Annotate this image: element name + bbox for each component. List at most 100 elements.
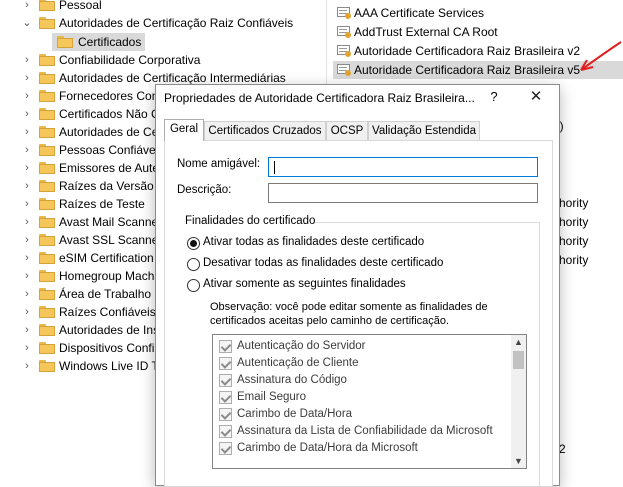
checkbox-disabled: [219, 374, 232, 387]
chevron-down-icon[interactable]: ⌄: [22, 14, 32, 32]
tree-item-label: Emissores de Aute: [59, 161, 160, 175]
folder-icon: [39, 90, 55, 102]
annotation-arrow-icon: [580, 41, 622, 71]
list-text-fragment: hority: [559, 196, 589, 210]
tree-item-label: Raízes de Teste: [59, 197, 145, 211]
checkbox-disabled: [219, 442, 232, 455]
folder-icon: [39, 126, 55, 138]
certificate-icon: [337, 25, 351, 38]
folder-icon: [39, 0, 55, 11]
chevron-right-icon[interactable]: ›: [22, 195, 32, 213]
folder-icon: [39, 360, 55, 372]
close-button[interactable]: ✕: [526, 87, 546, 105]
list-text-fragment: hority: [559, 234, 589, 248]
folder-icon: [39, 216, 55, 228]
certificate-icon: [337, 63, 351, 76]
folder-icon: [39, 180, 55, 192]
checkbox-disabled: [219, 357, 232, 370]
chevron-right-icon[interactable]: ›: [22, 285, 32, 303]
friendly-name-label: Nome amigável:: [177, 158, 261, 170]
tree-item-label: Certificados Não C: [59, 107, 160, 121]
scroll-down-icon[interactable]: ▼: [511, 454, 526, 468]
scrollbar-thumb[interactable]: [513, 351, 524, 369]
tree-item-label: Pessoas Confiávei: [59, 143, 159, 157]
tree-item-label: Homegroup Mach: [59, 269, 155, 283]
cert-list-label: Autoridade Certificadora Raiz Brasileira…: [354, 44, 581, 58]
tree-item-label: Fornecedores Con: [59, 89, 159, 103]
chevron-right-icon[interactable]: ›: [22, 69, 32, 87]
tree-item-label: Certificados: [78, 35, 142, 49]
tab-validacao-estendida[interactable]: Validação Estendida: [368, 121, 480, 140]
tree-item-label: Autoridades de Ce: [59, 125, 159, 139]
purpose-label: Assinatura da Lista de Confiabilidade da…: [237, 425, 493, 437]
description-input[interactable]: [268, 183, 538, 203]
checkbox-disabled: [219, 425, 232, 438]
tab-certificados-cruzados[interactable]: Certificados Cruzados: [204, 121, 326, 140]
radio-disable-all-label: Desativar todas as finalidades deste cer…: [203, 257, 444, 269]
purposes-scrollbar[interactable]: ▲ ▼: [511, 335, 526, 468]
folder-icon: [39, 324, 55, 336]
radio-enable-all[interactable]: [187, 237, 200, 250]
chevron-right-icon[interactable]: ›: [22, 177, 32, 195]
tab-ocsp[interactable]: OCSP: [326, 121, 368, 140]
properties-dialog: Propriedades de Autoridade Certificadora…: [155, 84, 560, 487]
cert-list-label: AddTrust External CA Root: [354, 25, 498, 39]
chevron-right-icon[interactable]: ›: [22, 87, 32, 105]
list-text-fragment: 2: [559, 442, 566, 456]
checkbox-disabled: [219, 408, 232, 421]
chevron-right-icon[interactable]: ›: [22, 321, 32, 339]
description-label: Descrição:: [177, 184, 232, 196]
folder-icon: [39, 108, 55, 120]
folder-icon: [39, 234, 55, 246]
group-border: [313, 222, 539, 223]
chevron-right-icon[interactable]: ›: [22, 141, 32, 159]
list-text-fragment: hority: [559, 253, 589, 267]
folder-icon: [39, 198, 55, 210]
purpose-label: Autenticação do Servidor: [237, 340, 366, 352]
folder-icon: [39, 306, 55, 318]
purpose-label: Assinatura do Código: [237, 374, 347, 386]
certificate-icon: [337, 44, 351, 57]
checkbox-disabled: [219, 391, 232, 404]
chevron-right-icon[interactable]: ›: [22, 0, 32, 14]
tree-item-label: Avast SSL Scanner: [59, 233, 163, 247]
folder-icon: [39, 54, 55, 66]
radio-enable-all-label: Ativar todas as finalidades deste certif…: [203, 236, 425, 248]
tab-geral[interactable]: Geral: [164, 119, 204, 141]
help-button[interactable]: ?: [486, 89, 502, 104]
radio-enable-selected-label: Ativar somente as seguintes finalidades: [203, 278, 406, 290]
tree-item-label: Área de Trabalho R: [59, 287, 164, 301]
purposes-group-title: Finalidades do certificado: [185, 215, 316, 227]
folder-icon: [39, 252, 55, 264]
folder-icon: [39, 162, 55, 174]
folder-icon: [39, 288, 55, 300]
chevron-right-icon[interactable]: ›: [22, 123, 32, 141]
chevron-right-icon[interactable]: ›: [22, 213, 32, 231]
chevron-right-icon[interactable]: ›: [22, 357, 32, 375]
tree-item-label: Pessoal: [59, 0, 102, 12]
scroll-up-icon[interactable]: ▲: [511, 335, 526, 349]
tree-item-label: Windows Live ID T: [59, 359, 159, 373]
cert-list-label: Autoridade Certificadora Raiz Brasileira…: [354, 63, 581, 77]
purpose-label: Autenticação de Cliente: [237, 357, 359, 369]
friendly-name-input[interactable]: [268, 157, 538, 177]
cert-list-label: AAA Certificate Services: [354, 6, 485, 20]
list-text-fragment: hority: [559, 215, 589, 229]
purposes-list[interactable]: Autenticação do Servidor Autenticação de…: [212, 334, 527, 469]
folder-icon: [39, 270, 55, 282]
radio-disable-all[interactable]: [187, 258, 200, 271]
chevron-right-icon[interactable]: ›: [22, 159, 32, 177]
chevron-right-icon[interactable]: ›: [22, 339, 32, 357]
chevron-right-icon[interactable]: ›: [22, 249, 32, 267]
tree-item-label: Confiabilidade Corporativa: [59, 53, 201, 67]
folder-icon: [39, 342, 55, 354]
chevron-right-icon[interactable]: ›: [22, 51, 32, 69]
chevron-right-icon[interactable]: ›: [22, 303, 32, 321]
chevron-right-icon[interactable]: ›: [22, 105, 32, 123]
radio-enable-selected[interactable]: [187, 279, 200, 292]
chevron-right-icon[interactable]: ›: [22, 267, 32, 285]
chevron-right-icon[interactable]: ›: [22, 231, 32, 249]
tree-item-label: Autoridades de Certificação Raiz Confiáv…: [59, 16, 294, 30]
tree-item-label: eSIM Certification: [59, 251, 154, 265]
folder-icon: [39, 144, 55, 156]
